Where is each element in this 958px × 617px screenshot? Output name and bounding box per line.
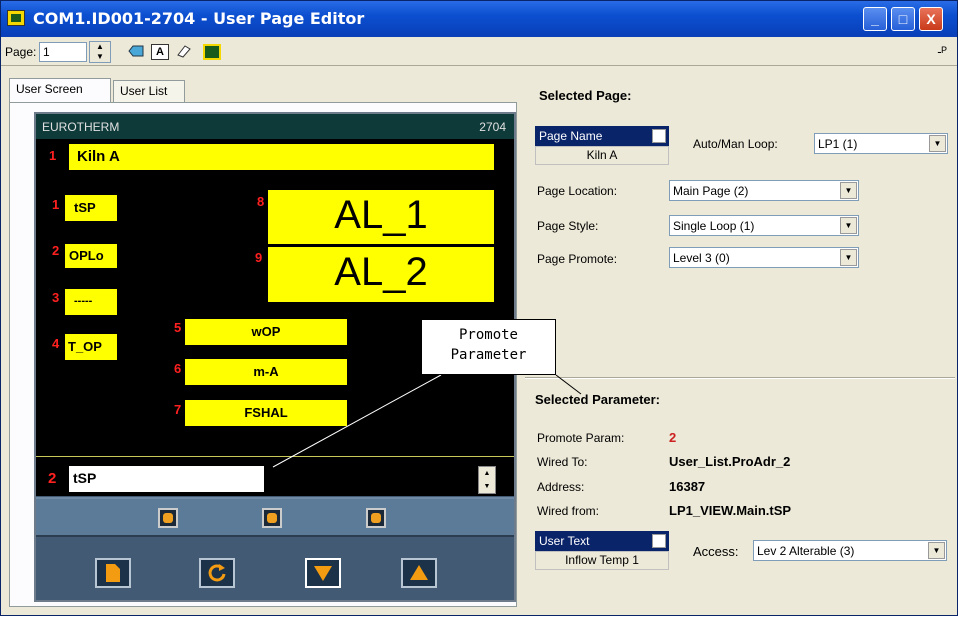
callout-line-1: Promote [458,327,518,343]
promote-parameter-callout: Promote Parameter [421,319,556,375]
callout-leader-lines [272,374,582,468]
user-page-editor-window: COM1.ID001-2704 - User Page Editor _ □ X… [0,0,958,616]
callout-line-2: Parameter [450,347,527,363]
